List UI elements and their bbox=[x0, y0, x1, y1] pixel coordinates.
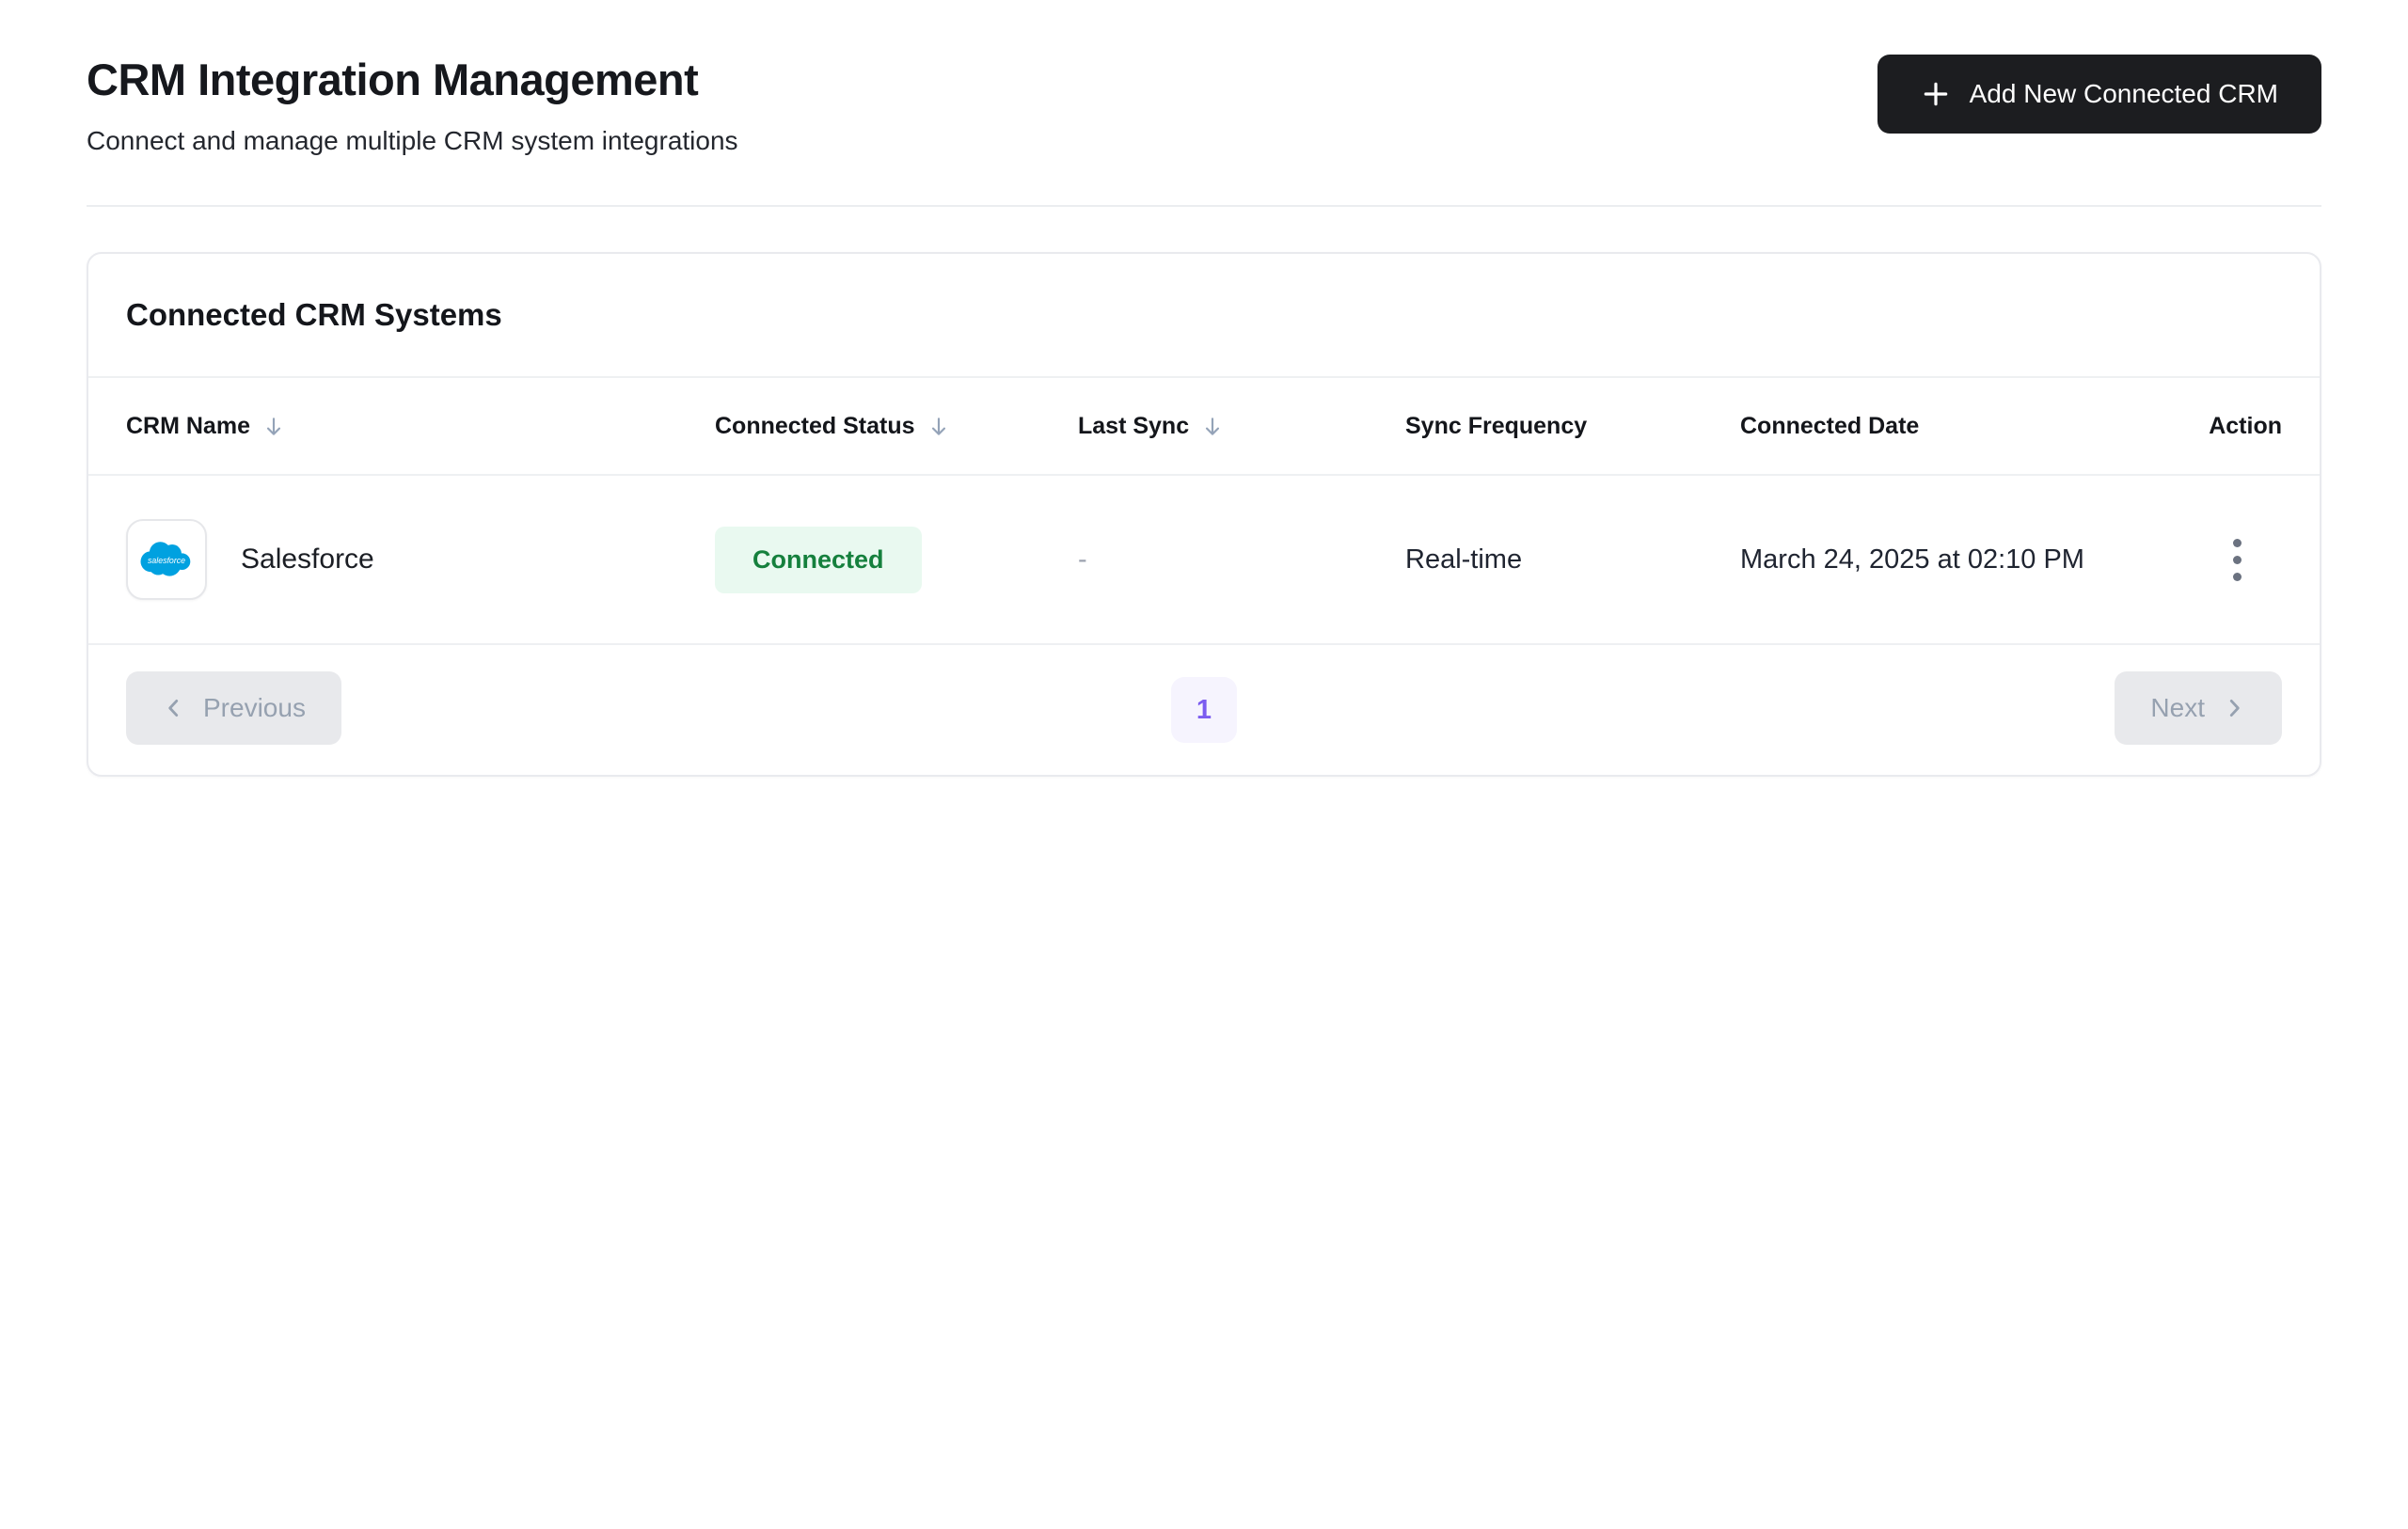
sort-desc-icon bbox=[266, 418, 281, 435]
card-header: Connected CRM Systems bbox=[88, 254, 2320, 379]
page-number-button[interactable]: 1 bbox=[1171, 677, 1237, 744]
main-container: CRM Integration Management Connect and m… bbox=[87, 0, 2321, 778]
plus-icon bbox=[1924, 82, 1947, 106]
row-actions-button[interactable] bbox=[2212, 535, 2261, 584]
status-badge: Connected bbox=[715, 526, 922, 593]
crm-name-cell: salesforce Salesforce bbox=[126, 519, 715, 601]
action-cell bbox=[2154, 535, 2282, 584]
connected-date-cell: March 24, 2025 at 02:10 PM bbox=[1740, 544, 2084, 575]
kebab-icon bbox=[2232, 538, 2242, 547]
column-label: Last Sync bbox=[1078, 412, 1190, 439]
last-sync-cell: - bbox=[1078, 544, 1087, 575]
chevron-right-icon bbox=[2229, 700, 2240, 717]
column-label: Connected Date bbox=[1740, 412, 1920, 439]
add-new-crm-button-label: Add New Connected CRM bbox=[1969, 79, 2278, 108]
next-button-label: Next bbox=[2150, 693, 2205, 723]
card-title: Connected CRM Systems bbox=[126, 297, 502, 333]
previous-button-label: Previous bbox=[203, 693, 306, 723]
sort-desc-icon bbox=[1206, 418, 1220, 435]
add-new-crm-button[interactable]: Add New Connected CRM bbox=[1877, 55, 2321, 134]
column-header-last-sync[interactable]: Last Sync bbox=[1078, 413, 1405, 440]
next-button[interactable]: Next bbox=[2115, 671, 2282, 746]
connected-crm-card: Connected CRM Systems CRM Name Connected… bbox=[87, 252, 2321, 778]
svg-text:salesforce: salesforce bbox=[148, 556, 185, 565]
column-label: CRM Name bbox=[126, 412, 250, 439]
column-header-connected-date: Connected Date bbox=[1740, 413, 2154, 440]
kebab-icon bbox=[2232, 572, 2242, 581]
sync-frequency-cell: Real-time bbox=[1405, 544, 1523, 575]
page-subtitle: Connect and manage multiple CRM system i… bbox=[87, 126, 738, 156]
table-header-row: CRM Name Connected Status Last Sync Sync… bbox=[88, 378, 2320, 477]
column-header-crm-name[interactable]: CRM Name bbox=[126, 413, 715, 440]
chevron-left-icon bbox=[168, 700, 179, 717]
table-row: salesforce Salesforce Connected - Real-t… bbox=[88, 476, 2320, 646]
status-cell: Connected bbox=[715, 526, 1078, 593]
pagination: Previous 1 Next bbox=[88, 645, 2320, 775]
page-title: CRM Integration Management bbox=[87, 55, 699, 104]
previous-button[interactable]: Previous bbox=[126, 671, 341, 746]
crm-name: Salesforce bbox=[241, 544, 374, 575]
page-header-text: CRM Integration Management Connect and m… bbox=[87, 55, 738, 156]
column-label: Sync Frequency bbox=[1405, 412, 1588, 439]
column-header-connected-status[interactable]: Connected Status bbox=[715, 413, 1078, 440]
salesforce-logo: salesforce bbox=[126, 519, 207, 601]
column-label: Action bbox=[2209, 412, 2282, 439]
column-header-action: Action bbox=[2154, 413, 2282, 440]
kebab-icon bbox=[2232, 555, 2242, 564]
page-header: CRM Integration Management Connect and m… bbox=[87, 55, 2321, 208]
column-header-sync-frequency: Sync Frequency bbox=[1405, 413, 1740, 440]
sort-desc-icon bbox=[931, 418, 945, 435]
column-label: Connected Status bbox=[715, 412, 915, 439]
salesforce-cloud-icon: salesforce bbox=[140, 542, 191, 576]
